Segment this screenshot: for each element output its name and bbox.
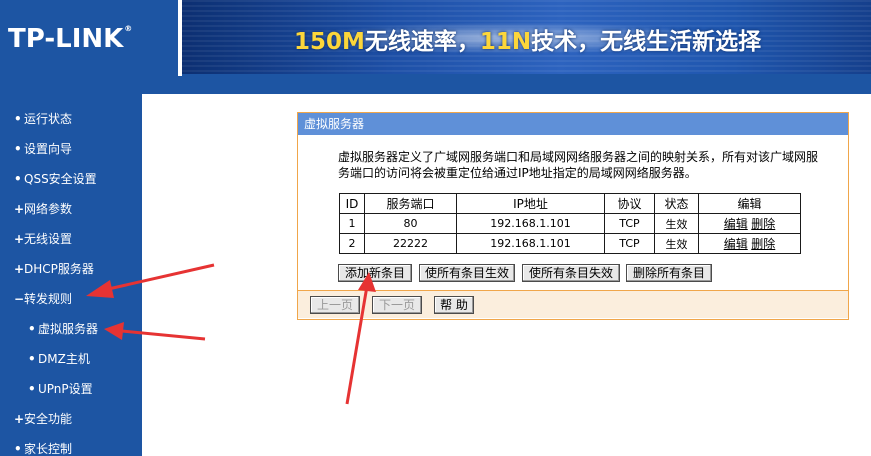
col-ip: IP地址 [456,193,605,214]
bullet-icon: • [14,112,22,126]
prev-page-button[interactable]: 上一页 [310,296,360,314]
next-page-button[interactable]: 下一页 [372,296,422,314]
row-actions: 编辑 删除 [698,213,801,234]
sidebar-item-wireless[interactable]: +无线设置 [14,230,72,247]
row-actions: 编辑 删除 [698,233,801,254]
delete-all-button[interactable]: 删除所有条目 [626,264,712,282]
banner: 150M无线速率，11N技术，无线生活新选择 [182,0,871,74]
collapse-icon: − [14,292,25,306]
row-protocol: TCP [604,213,655,234]
sidebar-item-security[interactable]: +安全功能 [14,410,72,427]
table-row: 2 22222 192.168.1.101 TCP 生效 编辑 删除 [339,233,801,254]
sidebar-item-upnp[interactable]: • UPnP设置 [28,380,93,397]
edit-link[interactable]: 编辑 [724,237,748,251]
expand-icon: + [14,202,25,216]
router-admin-page: TP-LINK® 150M无线速率，11N技术，无线生活新选择 • 运行状态 • 设… [0,0,871,456]
table-header-row: ID 服务端口 IP地址 协议 状态 编辑 [339,193,801,214]
col-edit: 编辑 [698,193,801,214]
bullet-icon: • [28,382,36,396]
panel-footer: 上一页 下一页 帮 助 [298,290,848,318]
sidebar-item-forwarding[interactable]: −转发规则 [14,290,72,307]
panel-title: 虚拟服务器 [298,113,848,135]
sidebar-item-network[interactable]: +网络参数 [14,200,72,217]
sidebar-item-parental-control[interactable]: • 家长控制 [14,440,72,456]
row-id: 1 [339,213,365,234]
expand-icon: + [14,262,25,276]
row-ip: 192.168.1.101 [456,213,605,234]
sidebar-item-status[interactable]: • 运行状态 [14,110,72,127]
add-entry-button[interactable]: 添加新条目 [338,264,412,282]
col-status: 状态 [654,193,699,214]
sidebar-item-virtual-server[interactable]: • 虚拟服务器 [28,320,98,337]
bullet-icon: • [14,172,22,186]
virtual-server-panel: 虚拟服务器 虚拟服务器定义了广域网服务端口和局域网网络服务器之间的映射关系，所有… [297,112,849,320]
sidebar-item-qss[interactable]: • QSS安全设置 [14,170,97,187]
header-bar [0,76,871,94]
banner-slogan: 150M无线速率，11N技术，无线生活新选择 [294,22,761,56]
delete-link[interactable]: 删除 [751,217,775,231]
header: TP-LINK® 150M无线速率，11N技术，无线生活新选择 [0,0,871,80]
banner-speed: 150M [294,29,365,55]
virtual-server-table: ID 服务端口 IP地址 协议 状态 编辑 1 80 192.168.1.101… [339,193,801,254]
table-row: 1 80 192.168.1.101 TCP 生效 编辑 删除 [339,213,801,234]
disable-all-button[interactable]: 使所有条目失效 [522,264,620,282]
row-status: 生效 [654,233,699,254]
sidebar-item-setup-wizard[interactable]: • 设置向导 [14,140,72,157]
logo: TP-LINK® [0,0,178,76]
row-id: 2 [339,233,365,254]
banner-text-1: 无线速率， [364,29,480,55]
bullet-icon: • [14,142,22,156]
logo-text: TP-LINK [8,24,124,54]
col-port: 服务端口 [364,193,457,214]
registered-mark: ® [124,24,133,33]
expand-icon: + [14,232,25,246]
banner-text-2: 技术，无线生活新选择 [531,29,762,55]
row-port: 22222 [364,233,457,254]
help-button[interactable]: 帮 助 [434,296,474,314]
row-port: 80 [364,213,457,234]
banner-11n: 11N [479,29,532,55]
row-protocol: TCP [604,233,655,254]
bullet-icon: • [28,352,36,366]
bullet-icon: • [14,442,22,456]
sidebar-item-dmz[interactable]: • DMZ主机 [28,350,90,367]
sidebar-item-dhcp[interactable]: +DHCP服务器 [14,260,94,277]
bullet-icon: • [28,322,36,336]
expand-icon: + [14,412,25,426]
panel-description: 虚拟服务器定义了广域网服务端口和局域网网络服务器之间的映射关系，所有对该广域网服… [338,150,819,180]
col-id: ID [339,193,365,214]
row-ip: 192.168.1.101 [456,233,605,254]
col-protocol: 协议 [604,193,655,214]
delete-link[interactable]: 删除 [751,237,775,251]
row-status: 生效 [654,213,699,234]
edit-link[interactable]: 编辑 [724,217,748,231]
enable-all-button[interactable]: 使所有条目生效 [419,264,515,282]
